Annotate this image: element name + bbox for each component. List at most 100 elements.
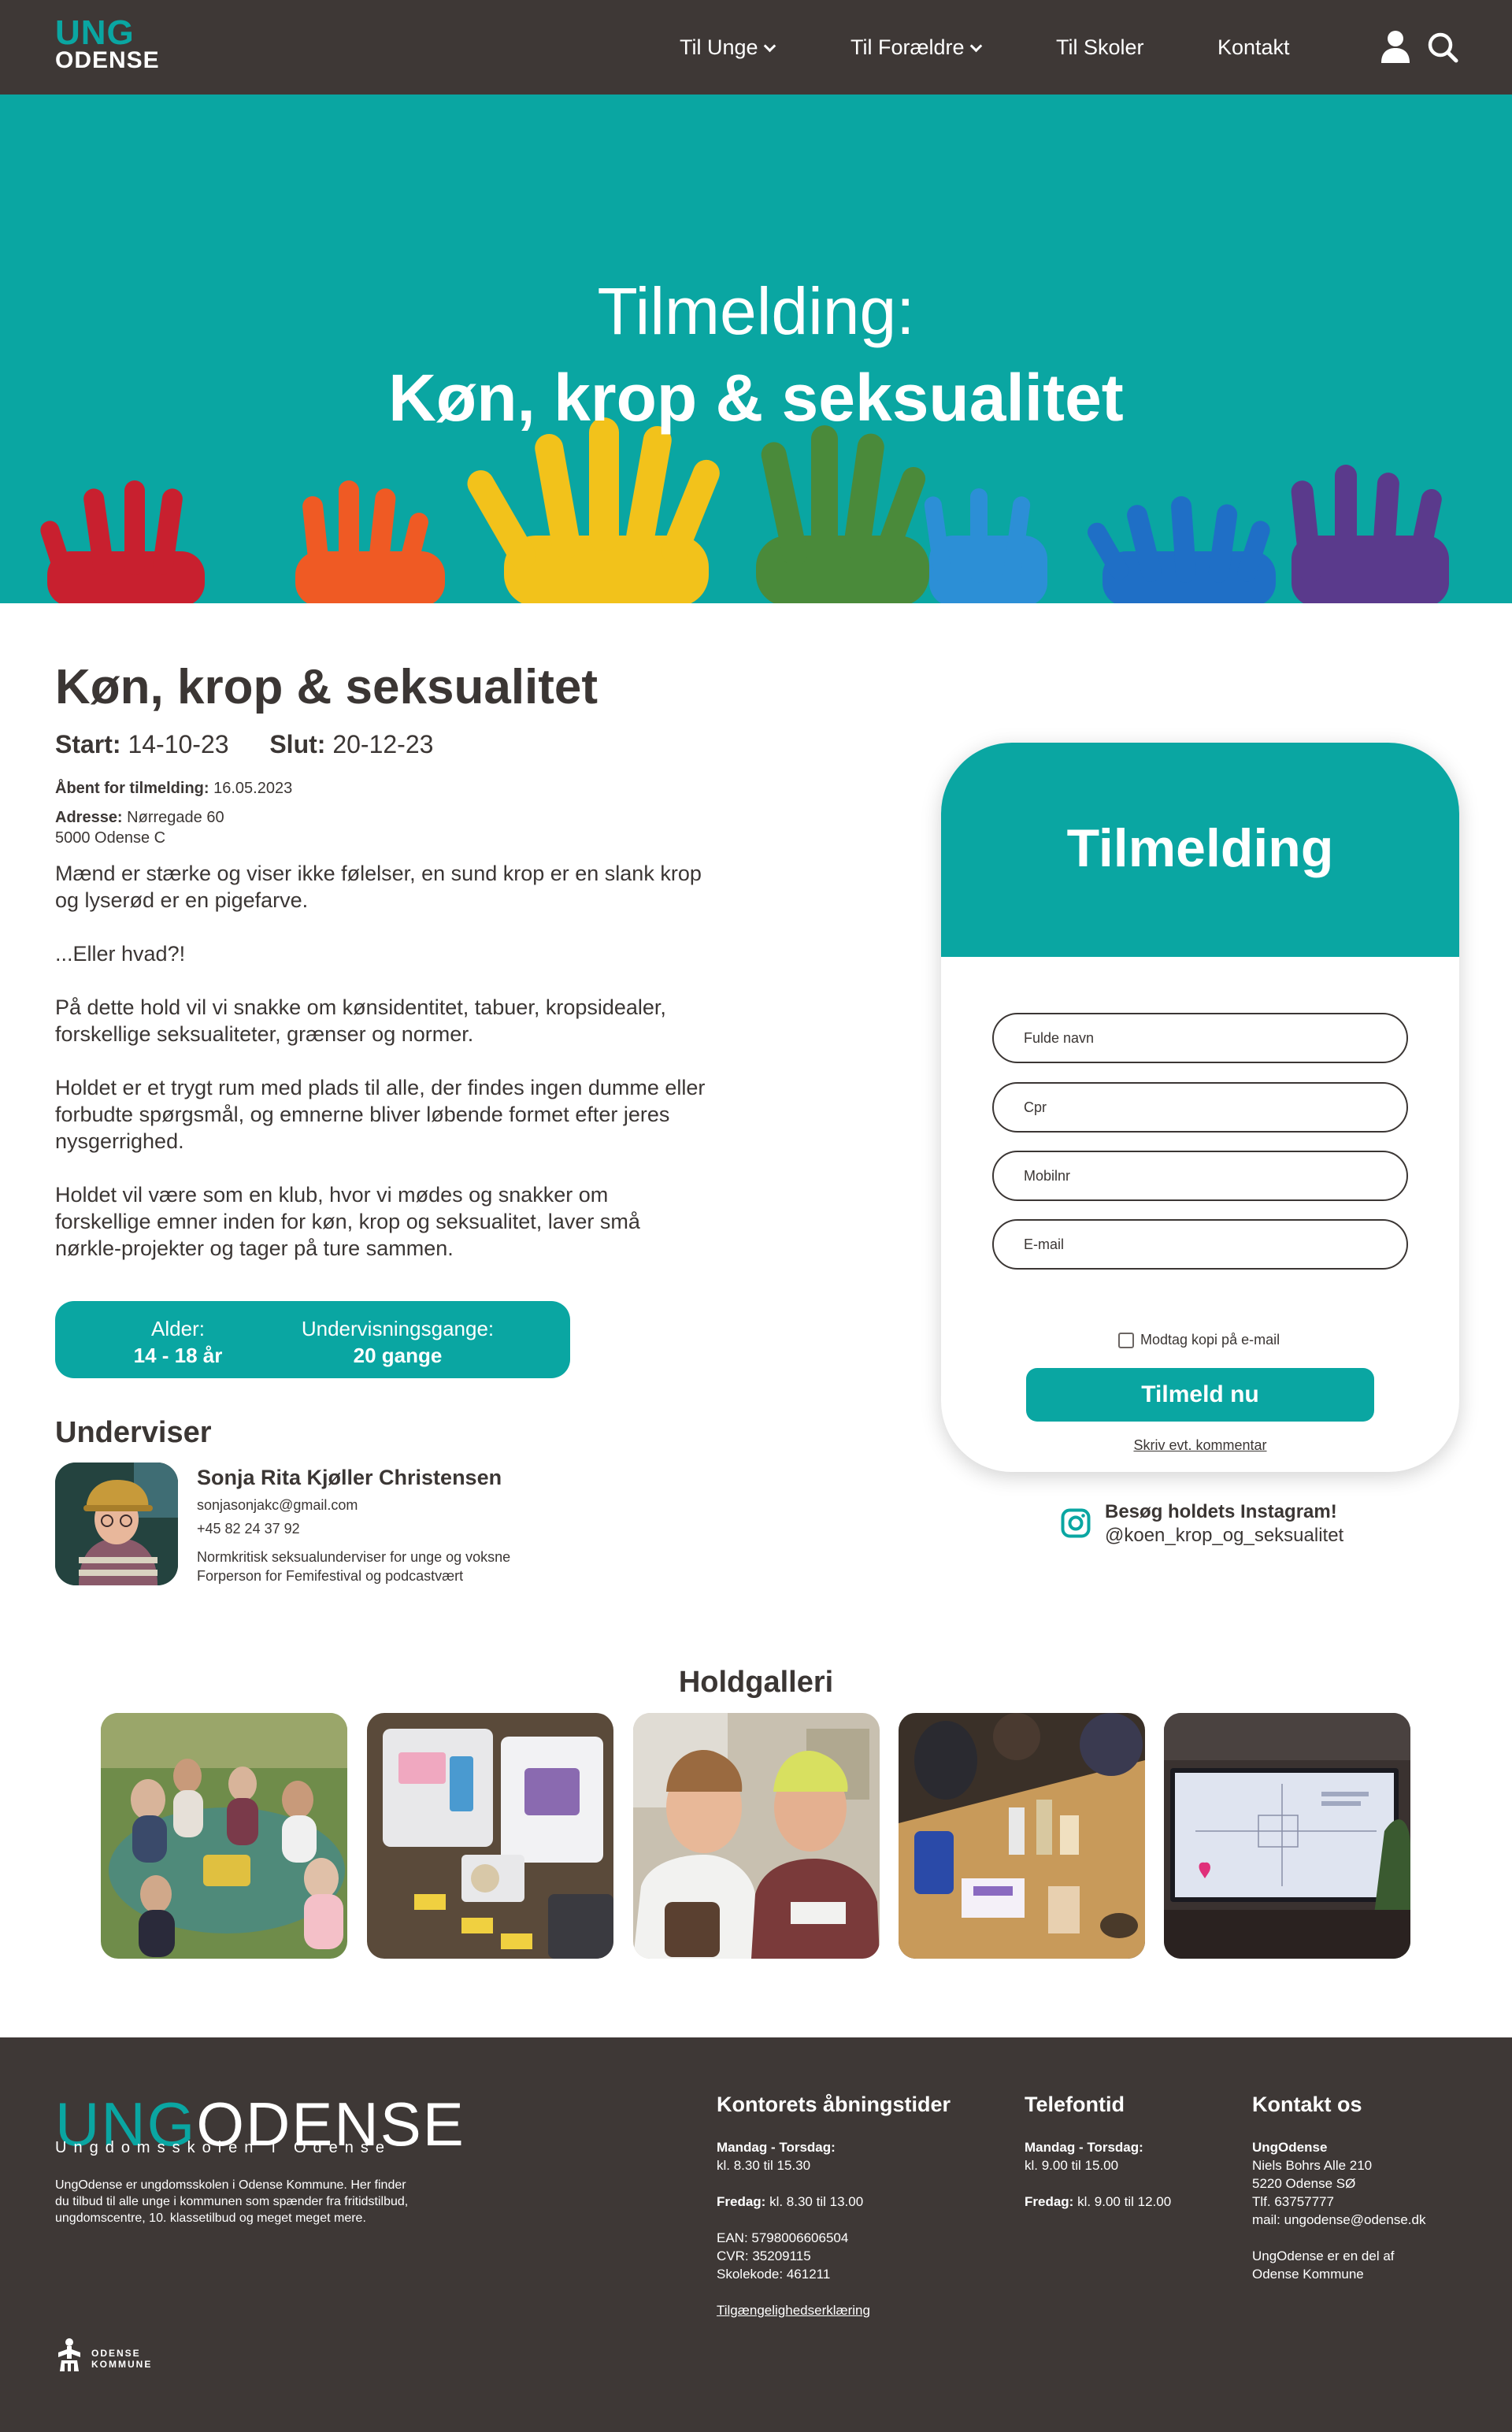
hero-title-line2: Køn, krop & seksualitet bbox=[388, 361, 1124, 435]
nav-item-label: Til Forældre bbox=[850, 35, 965, 59]
registration-title: Tilmelding bbox=[1066, 818, 1334, 878]
teacher-avatar bbox=[55, 1463, 178, 1585]
description-paragraph: ...Eller hvad?! bbox=[55, 942, 186, 966]
course-dates: Start: 14-10-23 Slut: 20-12-23 bbox=[55, 728, 433, 760]
nav-item-label: Kontakt bbox=[1217, 35, 1290, 59]
nav-item-label: Til Unge bbox=[680, 35, 758, 59]
top-nav: UNG ODENSE Til Unge Til Forældre Til Sko… bbox=[0, 0, 1512, 95]
chevron-down-icon bbox=[969, 39, 982, 53]
registration-open: Åbent for tilmelding: 16.05.2023 bbox=[55, 778, 292, 799]
phone-days2: Fredag: bbox=[1025, 2194, 1074, 2209]
sessions-label: Undervisningsgange: bbox=[301, 1317, 495, 1340]
address-label: Adresse: bbox=[55, 809, 123, 826]
school-code: Skolekode: 461211 bbox=[717, 2267, 831, 2282]
email-input[interactable] bbox=[992, 1219, 1408, 1270]
age-value: 14 - 18 år bbox=[133, 1344, 223, 1367]
hours-heading: Kontorets åbningstider bbox=[717, 2093, 951, 2116]
hours-details: Mandag - Torsdag: kl. 8.30 til 15.30 Fre… bbox=[717, 2138, 870, 2319]
teacher-bio-line: Normkritisk seksualunderviser for unge o… bbox=[197, 1549, 511, 1565]
contact-details: UngOdense Niels Bohrs Alle 210 5220 Oden… bbox=[1252, 2138, 1425, 2283]
address-city: 5000 Odense C bbox=[55, 829, 166, 847]
age-label: Alder: bbox=[151, 1317, 205, 1340]
coat-of-arms-icon bbox=[58, 2338, 80, 2371]
phone-time2: kl. 9.00 til 12.00 bbox=[1077, 2194, 1172, 2209]
instagram-title[interactable]: Besøg holdets Instagram! bbox=[1105, 1500, 1337, 1524]
description-paragraph: Holdet er et trygt rum med plads til all… bbox=[55, 1076, 706, 1153]
hero-banner: Tilmelding: Køn, krop & seksualitet bbox=[0, 95, 1512, 603]
nav-item-label: Til Skoler bbox=[1056, 35, 1144, 59]
full-name-input[interactable] bbox=[992, 1013, 1408, 1063]
phone-time1: kl. 9.00 til 15.00 bbox=[1025, 2158, 1119, 2173]
teacher-bio-line: Forperson for Femifestival og podcastvær… bbox=[197, 1568, 464, 1584]
accessibility-link[interactable]: Tilgængelighedserklæring bbox=[717, 2303, 870, 2318]
contact-phone[interactable]: Tlf. 63757777 bbox=[1252, 2194, 1334, 2209]
nav-item-kontakt[interactable]: Kontakt bbox=[1217, 35, 1290, 60]
gallery-photo-two-people-smiling[interactable] bbox=[633, 1713, 880, 1959]
cpr-input[interactable] bbox=[992, 1082, 1408, 1133]
gallery-photo-workshop-table[interactable] bbox=[899, 1713, 1145, 1959]
gallery-photo-craft-supplies[interactable] bbox=[367, 1713, 613, 1959]
contact-note: UngOdense er en del af bbox=[1252, 2248, 1395, 2263]
footer-about: UngOdense er ungdomsskolen i Odense Komm… bbox=[55, 2178, 409, 2225]
course-description: Mænd er stærke og viser ikke følelser, e… bbox=[55, 860, 709, 1288]
sessions-stat: Undervisningsgange: 20 gange bbox=[291, 1315, 504, 1369]
open-label: Åbent for tilmelding: bbox=[55, 780, 209, 797]
gallery-photo-presentation-screen[interactable] bbox=[1164, 1713, 1410, 1959]
registration-card-header: Tilmelding bbox=[941, 743, 1459, 957]
contact-name: UngOdense bbox=[1252, 2140, 1328, 2155]
ean-number: EAN: 5798006606504 bbox=[717, 2230, 849, 2245]
start-date: 14-10-23 bbox=[128, 730, 229, 758]
phone-days1: Mandag - Torsdag: bbox=[1025, 2140, 1143, 2155]
copy-email-checkbox[interactable] bbox=[1118, 1333, 1134, 1349]
address-street: Nørregade 60 bbox=[127, 809, 224, 826]
nav-item-til-foraeldre[interactable]: Til Forældre bbox=[850, 35, 982, 60]
instagram-icon[interactable] bbox=[1061, 1508, 1091, 1538]
hours-time1: kl. 8.30 til 15.30 bbox=[717, 2158, 811, 2173]
end-label: Slut: bbox=[269, 730, 326, 758]
sessions-value: 20 gange bbox=[353, 1344, 443, 1367]
gallery-heading: Holdgalleri bbox=[678, 1666, 834, 1699]
submit-registration-button[interactable]: Tilmeld nu bbox=[1026, 1368, 1374, 1422]
teacher-heading: Underviser bbox=[55, 1416, 212, 1449]
hero-title-line1: Tilmelding: bbox=[597, 274, 915, 348]
contact-note: Odense Kommune bbox=[1252, 2267, 1364, 2282]
user-icon[interactable] bbox=[1380, 30, 1411, 65]
footer-tagline: Ungdomsskolen i Odense bbox=[55, 2139, 392, 2156]
contact-city: 5220 Odense SØ bbox=[1252, 2176, 1356, 2191]
hours-days2: Fredag: bbox=[717, 2194, 766, 2209]
teacher-name: Sonja Rita Kjøller Christensen bbox=[197, 1466, 502, 1489]
contact-email[interactable]: mail: ungodense@odense.dk bbox=[1252, 2212, 1425, 2227]
course-stats-box: Alder: 14 - 18 år Undervisningsgange: 20… bbox=[55, 1301, 570, 1378]
description-paragraph: Holdet vil være som en klub, hvor vi mød… bbox=[55, 1183, 640, 1260]
mobile-input[interactable] bbox=[992, 1151, 1408, 1201]
kommune-text: ODENSE KOMMUNE bbox=[91, 2348, 152, 2370]
start-label: Start: bbox=[55, 730, 121, 758]
end-date: 20-12-23 bbox=[332, 730, 434, 758]
search-icon[interactable] bbox=[1427, 32, 1458, 63]
age-stat: Alder: 14 - 18 år bbox=[123, 1315, 233, 1369]
add-comment-link[interactable]: Skriv evt. kommentar bbox=[941, 1437, 1459, 1454]
contact-street: Niels Bohrs Alle 210 bbox=[1252, 2158, 1373, 2173]
site-footer: UNGODENSE Ungdomsskolen i Odense UngOden… bbox=[0, 2037, 1512, 2432]
logo-ung-text: UNG bbox=[55, 13, 135, 52]
contact-heading: Kontakt os bbox=[1252, 2093, 1362, 2116]
address: Adresse: Nørregade 60 5000 Odense C bbox=[55, 807, 224, 848]
description-paragraph: På dette hold vil vi snakke om kønsident… bbox=[55, 995, 666, 1046]
gallery-photo-group-on-lawn[interactable] bbox=[101, 1713, 347, 1959]
nav-item-til-skoler[interactable]: Til Skoler bbox=[1056, 35, 1144, 60]
copy-email-option[interactable]: Modtag kopi på e-mail bbox=[1118, 1330, 1280, 1349]
nav-item-til-unge[interactable]: Til Unge bbox=[680, 35, 776, 60]
phone-hours-details: Mandag - Torsdag: kl. 9.00 til 15.00 Fre… bbox=[1025, 2138, 1171, 2211]
cvr-number: CVR: 35209115 bbox=[717, 2248, 811, 2263]
teacher-email[interactable]: sonjasonjakc@gmail.com bbox=[197, 1496, 358, 1514]
instagram-handle[interactable]: @koen_krop_og_seksualitet bbox=[1105, 1524, 1343, 1548]
hours-time2: kl. 8.30 til 13.00 bbox=[769, 2194, 864, 2209]
teacher-phone[interactable]: +45 82 24 37 92 bbox=[197, 1519, 300, 1538]
registration-card: Tilmelding Modtag kopi på e-mail Tilmeld… bbox=[941, 743, 1459, 1472]
open-date: 16.05.2023 bbox=[213, 780, 293, 797]
phone-hours-heading: Telefontid bbox=[1025, 2093, 1125, 2116]
chevron-down-icon bbox=[763, 39, 776, 53]
course-title: Køn, krop & seksualitet bbox=[55, 660, 598, 714]
kommune-line2: KOMMUNE bbox=[91, 2359, 153, 2370]
copy-email-label: Modtag kopi på e-mail bbox=[1140, 1332, 1280, 1348]
